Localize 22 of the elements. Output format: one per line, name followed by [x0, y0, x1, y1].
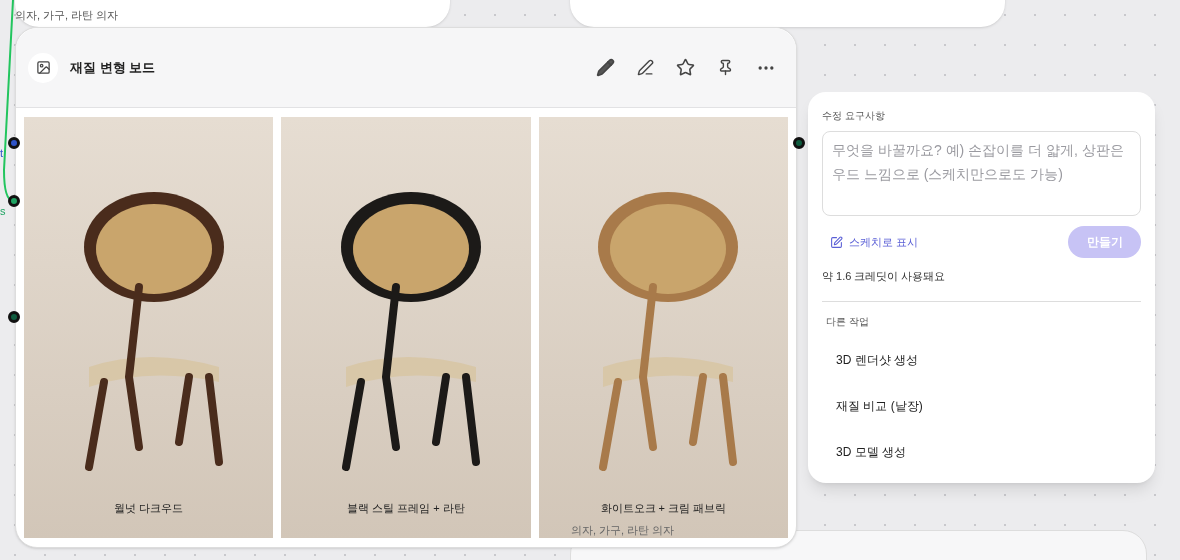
- card-title: 재질 변형 보드: [70, 58, 157, 77]
- tag-text: 의자, 가구, 라탄 의자: [15, 8, 119, 23]
- pin-icon[interactable]: [717, 59, 734, 76]
- star-icon[interactable]: [676, 58, 695, 77]
- pen-icon[interactable]: [637, 59, 654, 76]
- section-label: 다른 작업: [825, 314, 870, 329]
- field-label: 수정 요구사항: [822, 109, 886, 123]
- tag-text: 의자, 가구, 라탄 의자: [571, 523, 675, 538]
- image-icon: [28, 52, 58, 83]
- action-item[interactable]: 재질 비교 (낱장): [822, 382, 1141, 429]
- port-label: s: [0, 204, 6, 219]
- credits-text: 약 1.6 크레딧이 사용돼요: [822, 269, 947, 284]
- variant-caption: 월넛 다크우드: [114, 500, 184, 516]
- edit-icon[interactable]: [596, 58, 615, 77]
- action-item[interactable]: 3D 렌더샷 생성: [822, 336, 1141, 383]
- input-field[interactable]: 무엇을 바꿀까요? 예) 손잡이를 더 얇게, 상판은 우드 느낌으로 (스케치만으로도 가능): [822, 131, 1141, 216]
- variant-caption: 블랙 스틸 프레임 + 라탄: [347, 500, 465, 516]
- sketch-link[interactable]: 스케치로 표시: [822, 233, 919, 251]
- variant-caption: 화이트오크 + 크림 패브릭: [600, 500, 727, 516]
- edit-icon: [830, 235, 843, 249]
- port-label: t: [0, 146, 4, 161]
- action-item[interactable]: 3D 모델 생성: [822, 428, 1141, 475]
